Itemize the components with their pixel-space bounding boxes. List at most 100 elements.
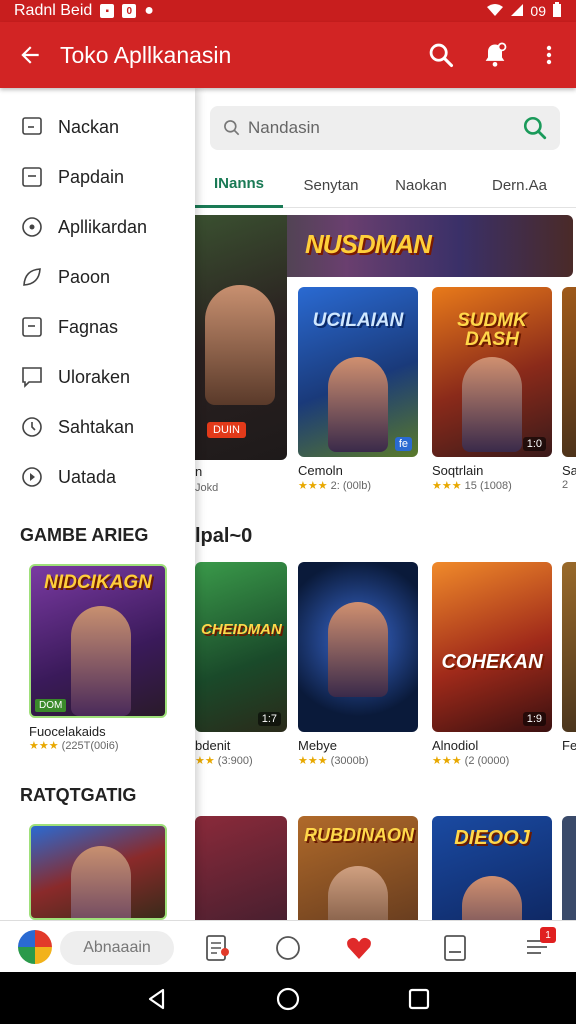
drawer-item[interactable]: Uloraken (0, 352, 195, 402)
app-card[interactable]: SUDMK DASH 1:0 Soqtrlain ★★★ 15 (1008) (432, 287, 552, 492)
notifications-button[interactable] (468, 22, 522, 88)
hero-rating: Jokd (195, 482, 219, 494)
notification-icon: ▪ (100, 4, 115, 18)
nav-back-button[interactable] (144, 986, 170, 1012)
app-artwork: CHEIDMAN 1:7 (195, 562, 287, 732)
banner-title: NUSDMAN (305, 229, 432, 259)
notification-badge: 1 (540, 927, 556, 943)
app-artwork: UCILAIAN fe (298, 287, 418, 457)
more-vertical-icon (546, 45, 552, 65)
circle-dot-icon (20, 215, 44, 239)
app-rating: ★★★ 2: (00lb) (298, 480, 372, 492)
app-screen: Radnl Beid ▪ 0 ● 09 Toko Apllkanasin Nan… (0, 0, 576, 1024)
avatar[interactable] (18, 930, 52, 964)
arrow-left-icon (21, 46, 39, 64)
app-artwork: RUBDINAON (298, 816, 418, 920)
app-name: Cemoln (298, 463, 343, 478)
app-artwork (562, 287, 576, 457)
tab-3[interactable]: Naokan (379, 162, 463, 208)
app-icon: 0 (122, 4, 137, 18)
note-icon[interactable] (440, 933, 470, 963)
triangle-back-icon (148, 988, 165, 1010)
bottom-bar: Abnaaain 1 (0, 920, 576, 972)
drawer-item[interactable]: Fagnas (0, 302, 195, 352)
inbox-icon[interactable]: 1 (522, 927, 556, 963)
app-bar: Toko Apllkanasin (0, 22, 576, 88)
app-artwork: SUDMK DASH 1:0 (432, 287, 552, 457)
app-rating: ★★ (3:900) (195, 755, 253, 767)
back-button[interactable] (0, 22, 60, 88)
app-card[interactable]: Fe (562, 562, 576, 754)
app-card[interactable]: UCILAIAN fe Cemoln ★★★ 2: (00lb) (298, 287, 418, 492)
location-icon: ● (144, 2, 154, 19)
drawer-item[interactable]: Uatada (0, 452, 195, 502)
search-button[interactable] (414, 22, 468, 88)
bell-icon (485, 42, 507, 67)
nav-home-button[interactable] (275, 986, 301, 1012)
battery-icon (552, 1, 562, 21)
page-title: Toko Apllkanasin (60, 41, 232, 68)
bottom-input[interactable]: Abnaaain (60, 931, 174, 965)
app-card[interactable] (562, 816, 576, 920)
store-content: Nandasin INanns Senytan Naokan Dern.Aa N… (195, 88, 576, 920)
search-small-icon (224, 120, 240, 136)
chat-square-icon (20, 365, 44, 389)
app-name: Soqtrlain (432, 463, 484, 478)
app-card[interactable]: DIEOOJ (432, 816, 552, 920)
search-go-icon[interactable] (522, 115, 548, 141)
app-artwork (29, 824, 167, 920)
clock-text: 09 (530, 3, 546, 19)
app-card[interactable] (195, 816, 287, 920)
system-navigation-bar (0, 972, 576, 1024)
hero-card[interactable]: DUIN (195, 215, 287, 460)
app-card[interactable]: Mebye ★★★ (3000b) (298, 562, 418, 767)
square-icon (20, 315, 44, 339)
app-rating: ★★★ (2 (0000) (432, 755, 510, 767)
status-left-text: Radnl Beid (14, 2, 93, 19)
drawer-item[interactable]: Sahtakan (0, 402, 195, 452)
app-card[interactable]: Sa 2 (562, 287, 576, 491)
tab-2[interactable]: Senytan (283, 162, 379, 208)
wifi-icon (486, 3, 504, 20)
section-title: lpal~0 (195, 525, 253, 547)
app-card[interactable]: CHEIDMAN 1:7 bdenit ★★ (3:900) (195, 562, 287, 767)
hero-artwork (205, 285, 275, 405)
app-artwork (298, 562, 418, 732)
search-icon (429, 43, 454, 68)
chat-square-icon (20, 115, 44, 139)
more-menu-button[interactable] (522, 22, 576, 88)
app-card[interactable]: COHEKAN 1:9 Alnodiol ★★★ (2 (0000) (432, 562, 552, 767)
drawer-item[interactable]: Apllikardan (0, 202, 195, 252)
circle-home-icon (276, 987, 300, 1011)
tab-1[interactable]: INanns (195, 162, 283, 208)
clock-icon (20, 415, 44, 439)
document-icon[interactable] (202, 933, 232, 963)
tab-4[interactable]: Dern.Aa (463, 162, 576, 208)
drawer-item[interactable]: Nackan (0, 102, 195, 152)
heart-icon[interactable] (344, 933, 374, 963)
app-artwork: DIEOOJ (432, 816, 552, 920)
hero-tag: DUIN (207, 422, 246, 438)
status-bar: Radnl Beid ▪ 0 ● 09 (0, 0, 576, 22)
category-tabs: INanns Senytan Naokan Dern.Aa (195, 162, 576, 208)
app-rating: ★★★ (225T(00i6) (29, 740, 119, 752)
hero-name: n (195, 464, 203, 479)
search-bar[interactable]: Nandasin (210, 106, 560, 150)
app-name: Sa (562, 463, 576, 478)
app-card[interactable]: RUBDINAON (298, 816, 418, 920)
nav-recents-button[interactable] (406, 986, 432, 1012)
app-name: bdenit (195, 738, 231, 753)
search-input[interactable]: Nandasin (248, 118, 516, 138)
drawer-item[interactable]: Paoon (0, 252, 195, 302)
drawer-section-heading: RATQTGATIG (20, 785, 137, 805)
app-artwork (195, 816, 287, 920)
play-circle-icon (20, 465, 44, 489)
app-artwork (562, 562, 576, 732)
app-name: Alnodiol (432, 738, 479, 753)
drawer-app-card[interactable]: NIDCIKAGN DOM Fuocelakaids ★★★ (225T(00i… (29, 564, 167, 752)
drawer-app-card[interactable] (29, 824, 167, 920)
app-artwork: COHEKAN 1:9 (432, 562, 552, 732)
navigation-drawer: Nackan Papdain Apllikardan Paoon Fagnas … (0, 88, 195, 920)
circle-icon[interactable] (273, 933, 303, 963)
drawer-item[interactable]: Papdain (0, 152, 195, 202)
